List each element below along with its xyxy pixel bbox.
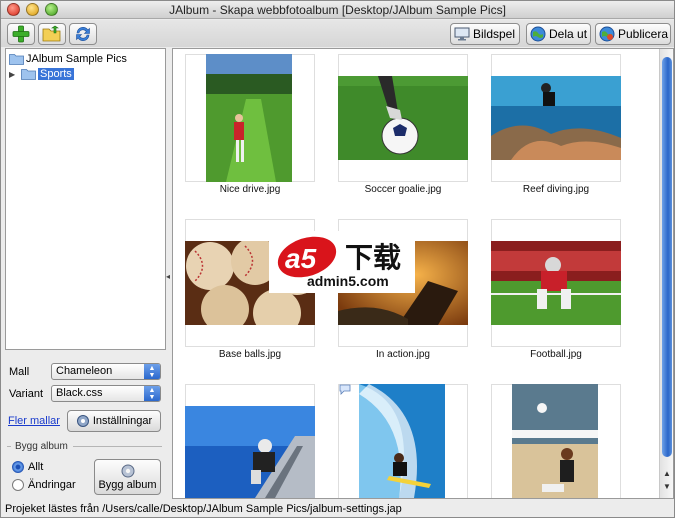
thumbnail-item[interactable] xyxy=(185,384,315,498)
scrollbar-thumb[interactable] xyxy=(662,57,672,457)
publish-button[interactable]: Publicera xyxy=(595,23,671,45)
volleyball-photo xyxy=(512,384,598,498)
variant-label: Variant xyxy=(9,388,44,400)
tree-item-sports[interactable]: ▶ Sports xyxy=(9,67,74,81)
app-window: JAlbum - Skapa webbfotoalbum [Desktop/JA… xyxy=(0,0,675,518)
watermark-cn: 下载 xyxy=(345,241,401,274)
settings-button[interactable]: Inställningar xyxy=(67,410,161,432)
monitor-icon xyxy=(454,26,470,42)
variant-value: Black.css xyxy=(56,387,103,399)
radio-all[interactable] xyxy=(12,461,24,473)
updown-chevron-icon: ▲ ▼ xyxy=(144,386,160,401)
reef-diving-photo xyxy=(491,76,621,160)
thumbnail-item[interactable] xyxy=(491,384,621,498)
thumbnail-caption: Reef diving.jpg xyxy=(522,184,590,195)
vertical-scrollbar[interactable]: ▲ ▼ xyxy=(659,49,673,498)
thumbnail-item[interactable]: Reef diving.jpg xyxy=(491,54,621,195)
globe-icon xyxy=(530,26,546,42)
add-plus-icon xyxy=(12,25,30,43)
title-bar: JAlbum - Skapa webbfotoalbum [Desktop/JA… xyxy=(1,1,674,19)
variant-select[interactable]: Black.css ▲ ▼ xyxy=(51,385,161,402)
thumbnail-item[interactable]: Soccer goalie.jpg xyxy=(338,54,468,195)
soccer-photo xyxy=(338,76,468,160)
tree-root-label: JAlbum Sample Pics xyxy=(26,53,127,65)
thumbnail-caption: Football.jpg xyxy=(530,349,582,360)
group-divider xyxy=(7,446,11,447)
football-photo xyxy=(491,241,621,325)
watermark-brand: a5 xyxy=(285,243,317,274)
window-title: JAlbum - Skapa webbfotoalbum [Desktop/JA… xyxy=(169,3,506,17)
refresh-button[interactable] xyxy=(69,23,97,45)
thumbnail-caption: Soccer goalie.jpg xyxy=(364,184,442,195)
template-label: Mall xyxy=(9,366,30,378)
thumbnail-grid: Nice drive.jpg Soccer goalie.jpg Reef di… xyxy=(172,48,674,499)
build-album-label: Bygg album xyxy=(98,479,157,491)
radio-all-label: Allt xyxy=(28,461,44,473)
open-folder-button[interactable] xyxy=(38,23,66,45)
thumbnail-caption: Base balls.jpg xyxy=(218,349,282,360)
watermark-logo: a5 下载 admin5.com xyxy=(269,231,415,293)
add-images-button[interactable] xyxy=(7,23,35,45)
status-bar: Projeket lästes från /Users/calle/Deskto… xyxy=(5,503,402,515)
radio-changes-label: Ändringar xyxy=(28,479,76,491)
slideshow-button[interactable]: Bildspel xyxy=(450,23,520,45)
splitter-grip-icon: ◂ xyxy=(166,272,171,281)
publish-label: Publicera xyxy=(618,27,669,41)
group-divider xyxy=(73,446,162,447)
surfing-photo xyxy=(359,384,445,498)
thumbnail-caption: In action.jpg xyxy=(376,349,430,360)
build-album-button[interactable]: Bygg album xyxy=(94,459,161,495)
radio-changes[interactable] xyxy=(12,479,24,491)
slideshow-label: Bildspel xyxy=(473,27,516,41)
updown-chevron-icon: ▲ ▼ xyxy=(144,364,160,379)
thumbnail-item[interactable]: Nice drive.jpg xyxy=(185,54,315,195)
skateboard-photo xyxy=(185,406,315,498)
template-select[interactable]: Chameleon ▲ ▼ xyxy=(51,363,161,380)
folder-icon xyxy=(9,54,24,65)
share-label: Dela ut xyxy=(549,27,588,41)
settings-panel: Mall Chameleon ▲ ▼ Variant Black.css ▲ ▼ F… xyxy=(1,356,166,501)
watermark-url: admin5.com xyxy=(307,273,389,289)
toolbar: Bildspel Dela ut Publicera xyxy=(1,20,674,47)
tree-item-label: Sports xyxy=(38,68,74,80)
more-templates-link[interactable]: Fler mallar xyxy=(8,415,60,427)
disclosure-triangle-icon[interactable]: ▶ xyxy=(9,70,21,79)
tree-root-item[interactable]: JAlbum Sample Pics xyxy=(9,52,127,66)
template-value: Chameleon xyxy=(56,365,113,377)
settings-button-label: Inställningar xyxy=(92,415,153,427)
comment-bubble-icon[interactable] xyxy=(339,384,351,398)
golf-photo xyxy=(206,54,292,182)
settings-gear-icon xyxy=(76,414,90,428)
scroll-down-arrow-icon[interactable]: ▼ xyxy=(662,482,672,492)
thumbnail-item[interactable] xyxy=(338,384,468,498)
refresh-arrows-icon xyxy=(76,27,90,41)
globe-upload-icon xyxy=(599,26,615,42)
build-group-label: Bygg album xyxy=(15,441,68,452)
folder-icon xyxy=(21,69,36,80)
thumbnail-item[interactable]: Football.jpg xyxy=(491,219,621,360)
open-folder-icon xyxy=(42,25,61,42)
share-button[interactable]: Dela ut xyxy=(526,23,591,45)
build-gear-icon xyxy=(120,463,136,479)
scroll-up-arrow-icon[interactable]: ▲ xyxy=(662,469,672,479)
thumbnail-caption: Nice drive.jpg xyxy=(219,184,281,195)
folder-tree[interactable]: JAlbum Sample Pics ▶ Sports xyxy=(5,48,166,350)
